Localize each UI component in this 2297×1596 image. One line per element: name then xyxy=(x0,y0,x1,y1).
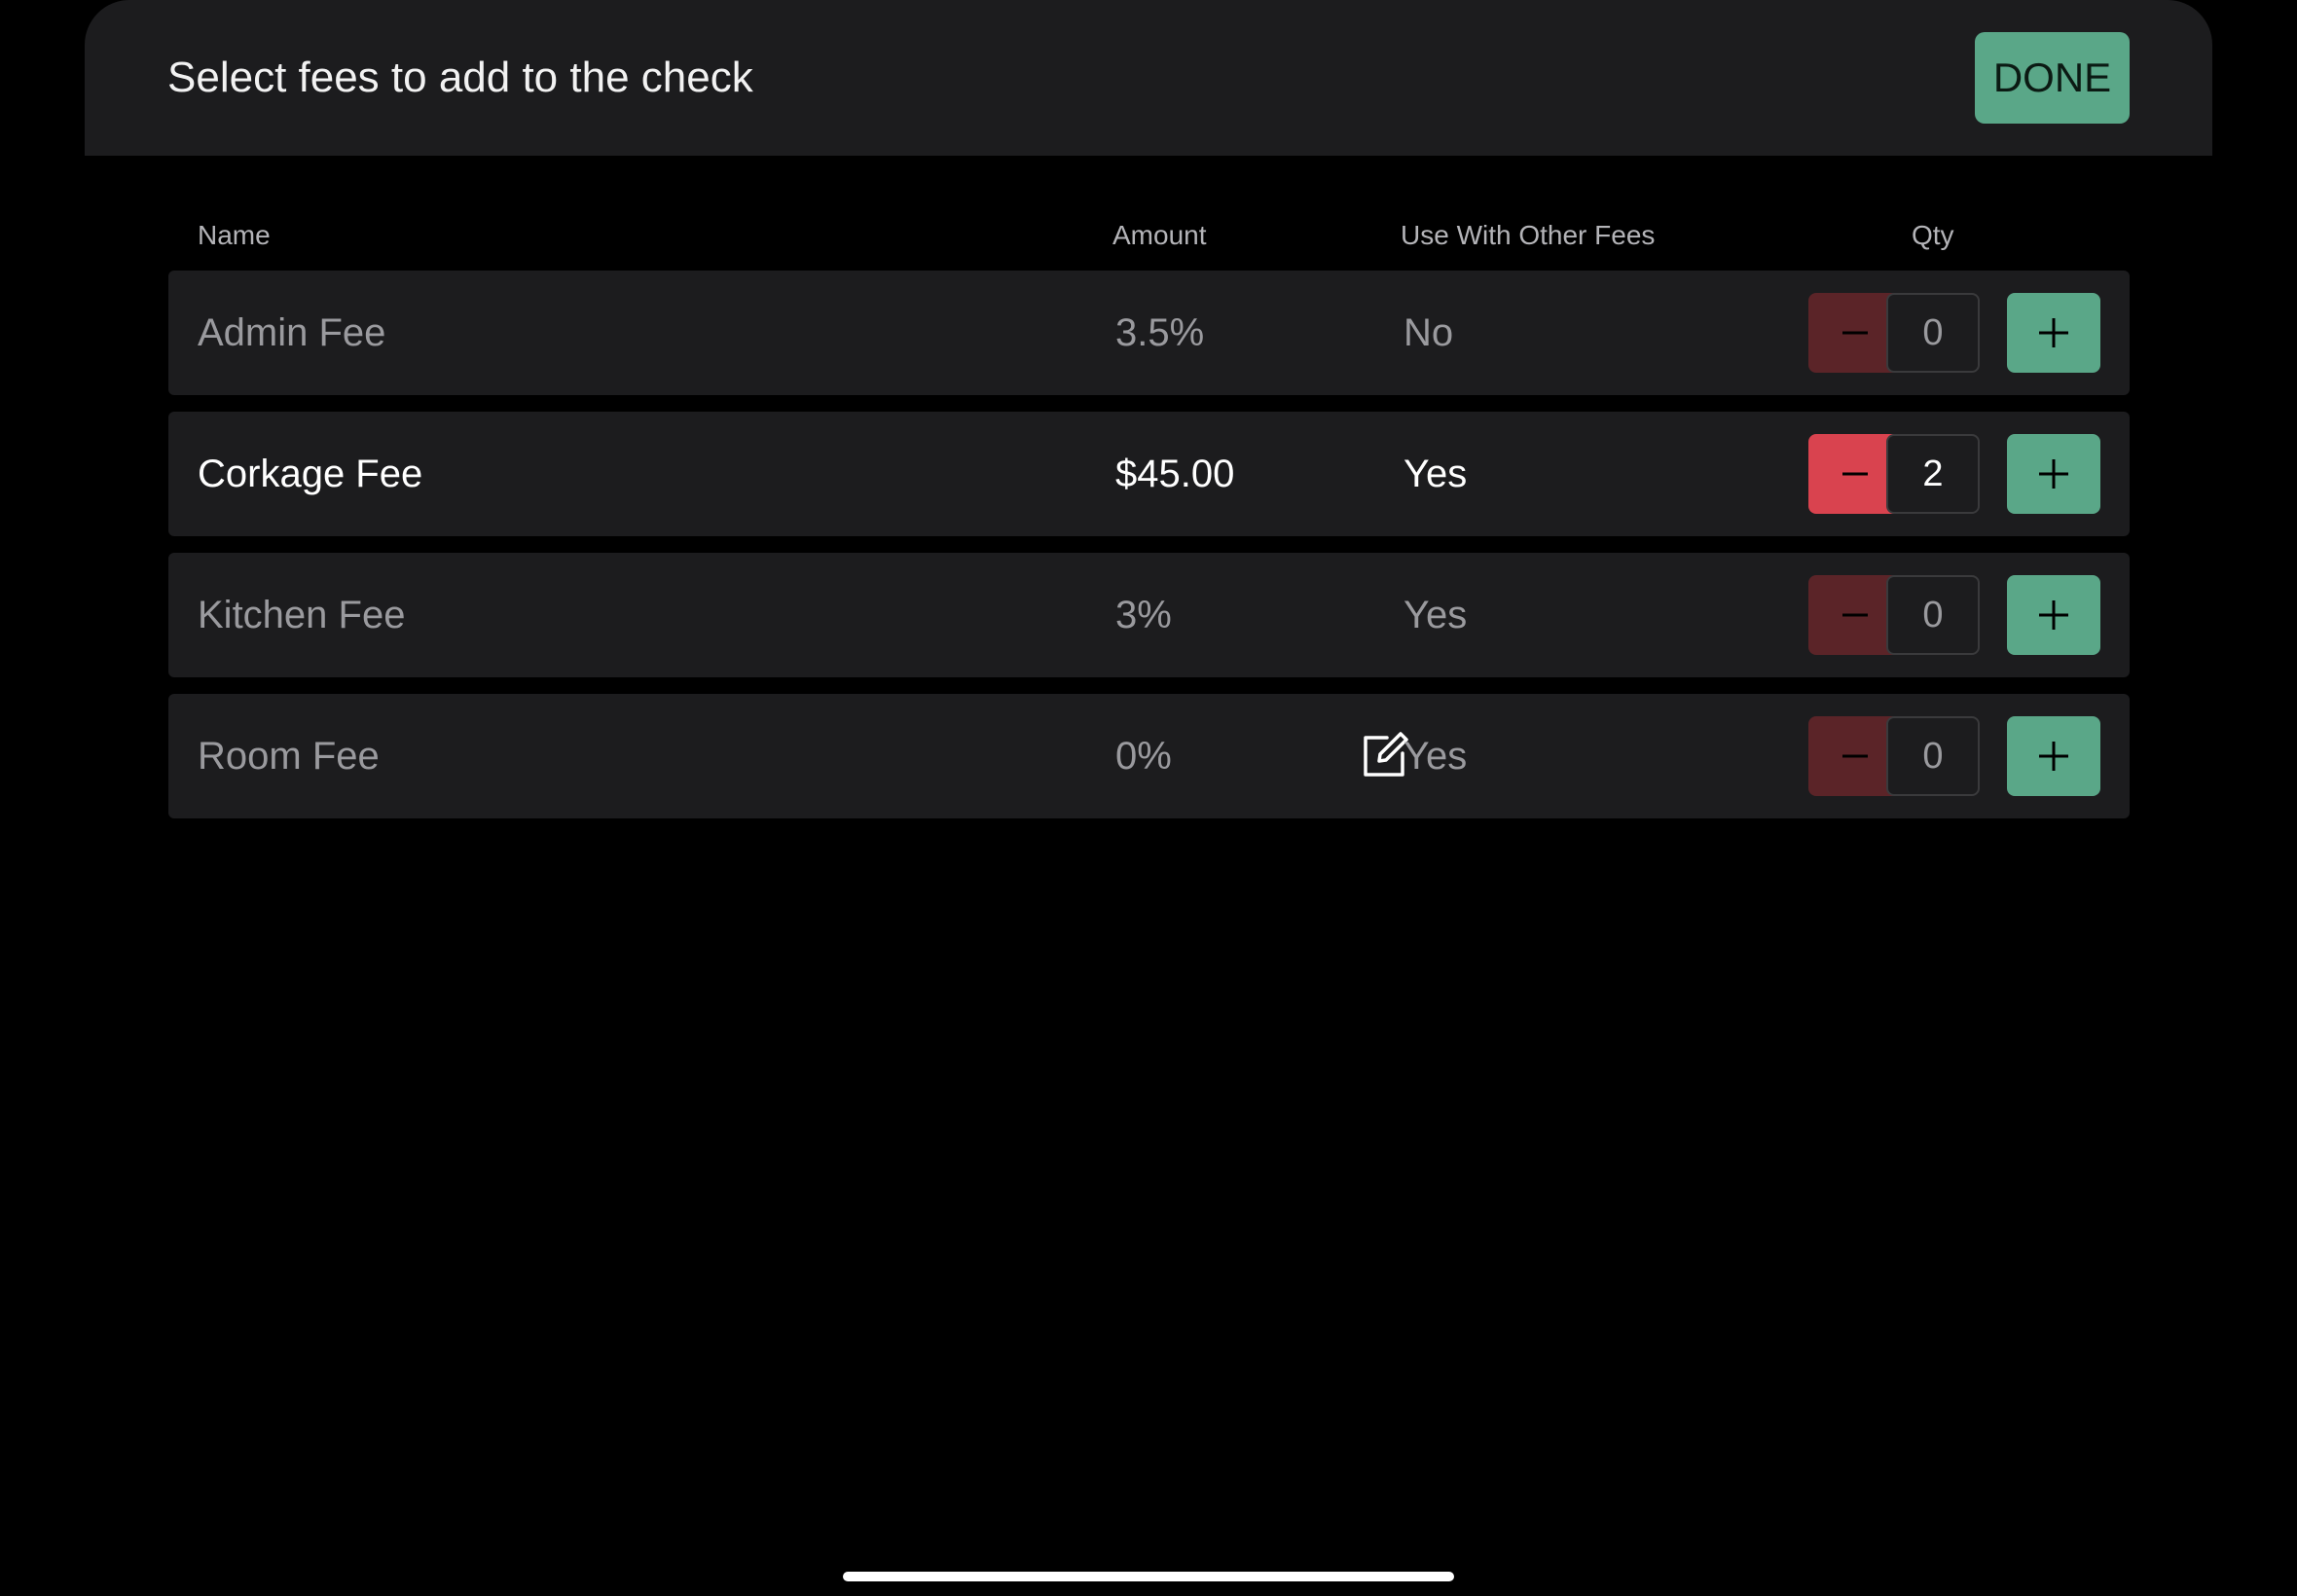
fee-list: Admin Fee 3.5% No 0 Corkage Fee $45.00 Y… xyxy=(168,271,2130,835)
quantity-value[interactable]: 0 xyxy=(1886,293,1980,373)
fee-row-corkage-fee[interactable]: Corkage Fee $45.00 Yes 2 xyxy=(168,412,2130,536)
fee-selection-sheet: Select fees to add to the check DONE Nam… xyxy=(85,0,2212,1596)
fee-amount: 0% xyxy=(1115,734,1172,778)
fee-row-room-fee[interactable]: Room Fee 0% Yes 0 xyxy=(168,694,2130,818)
plus-icon xyxy=(2039,600,2068,630)
minus-icon xyxy=(1842,472,1868,476)
sheet-header: Select fees to add to the check DONE xyxy=(85,0,2212,156)
done-button[interactable]: DONE xyxy=(1975,32,2130,124)
fee-use-with-other-fees: No xyxy=(1404,310,1454,354)
fee-amount: 3% xyxy=(1115,593,1172,636)
fee-use-with-other-fees: Yes xyxy=(1404,734,1468,778)
column-header-name: Name xyxy=(198,220,271,250)
fee-amount: 3.5% xyxy=(1115,310,1205,354)
increment-button[interactable] xyxy=(2007,716,2100,796)
fee-row-kitchen-fee[interactable]: Kitchen Fee 3% Yes 0 xyxy=(168,553,2130,677)
column-header-use-with-other-fees: Use With Other Fees xyxy=(1401,220,1656,250)
home-indicator[interactable] xyxy=(843,1572,1454,1581)
increment-button[interactable] xyxy=(2007,575,2100,655)
fee-name: Room Fee xyxy=(198,734,380,778)
table-header: Name Amount Use With Other Fees Qty xyxy=(85,216,2212,255)
column-header-amount: Amount xyxy=(1112,220,1207,250)
increment-button[interactable] xyxy=(2007,434,2100,514)
quantity-value[interactable]: 2 xyxy=(1886,434,1980,514)
fee-amount: $45.00 xyxy=(1115,452,1235,495)
fee-name: Kitchen Fee xyxy=(198,593,406,636)
column-header-qty: Qty xyxy=(1912,220,1954,250)
sheet-title: Select fees to add to the check xyxy=(167,54,753,101)
fee-name: Corkage Fee xyxy=(198,452,423,495)
increment-button[interactable] xyxy=(2007,293,2100,373)
quantity-value[interactable]: 0 xyxy=(1886,716,1980,796)
minus-icon xyxy=(1842,331,1868,335)
minus-icon xyxy=(1842,613,1868,617)
fee-use-with-other-fees: Yes xyxy=(1404,452,1468,495)
plus-icon xyxy=(2039,742,2068,771)
quantity-value[interactable]: 0 xyxy=(1886,575,1980,655)
fee-name: Admin Fee xyxy=(198,310,386,354)
edit-icon[interactable] xyxy=(1358,730,1410,782)
plus-icon xyxy=(2039,318,2068,347)
minus-icon xyxy=(1842,754,1868,758)
fee-row-admin-fee[interactable]: Admin Fee 3.5% No 0 xyxy=(168,271,2130,395)
plus-icon xyxy=(2039,459,2068,489)
fee-use-with-other-fees: Yes xyxy=(1404,593,1468,636)
